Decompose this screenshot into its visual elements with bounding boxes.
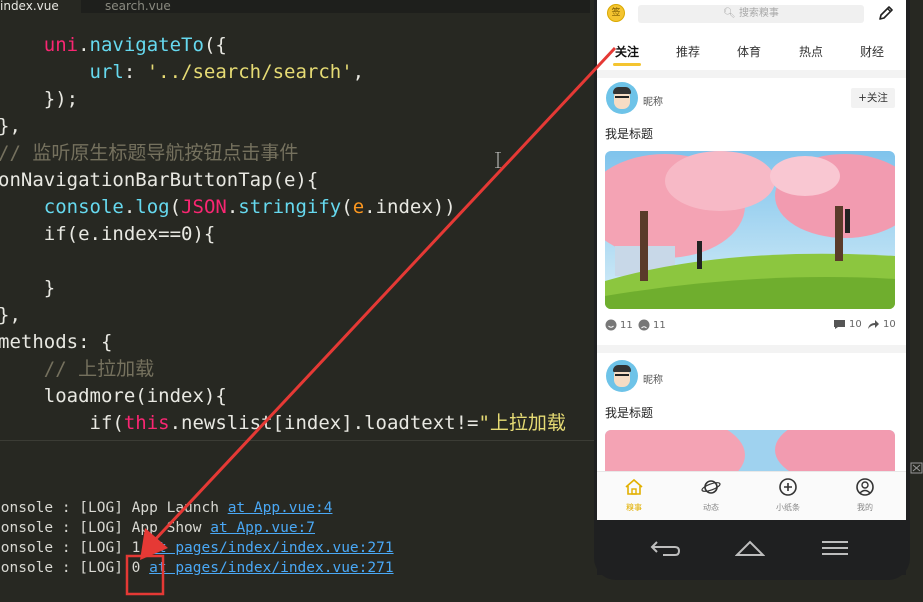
annotation-highlight-box <box>125 554 165 596</box>
annotation-overlay <box>125 46 617 596</box>
annotation-arrow <box>150 46 617 545</box>
